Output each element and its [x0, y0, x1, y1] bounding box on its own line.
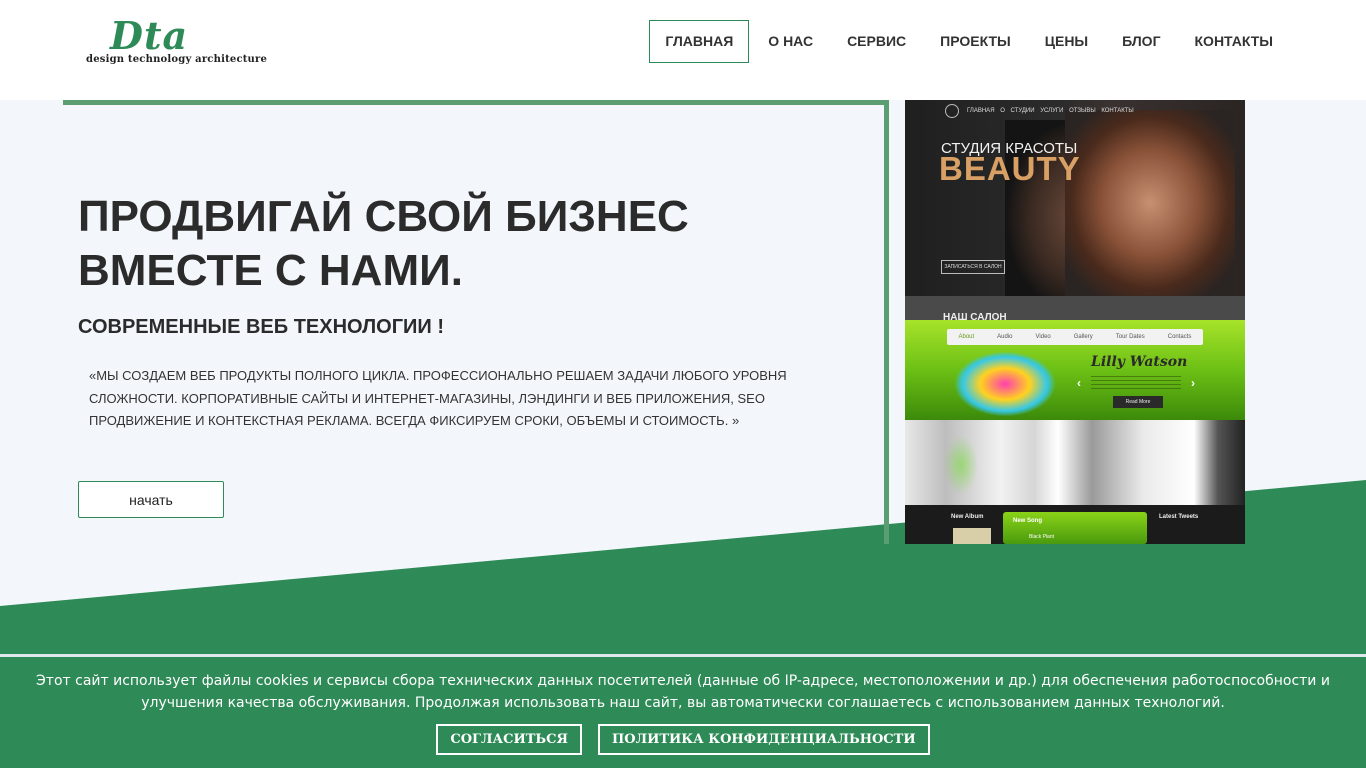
mockup-logo-icon: [945, 104, 959, 118]
hero-description: «МЫ СОЗДАЕМ ВЕБ ПРОДУКТЫ ПОЛНОГО ЦИКЛА. …: [89, 368, 787, 428]
privacy-policy-button[interactable]: ПОЛИТИКА КОНФИДЕНЦИАЛЬНОСТИ: [597, 724, 930, 755]
logo-mark: Dta: [110, 13, 189, 58]
mockup-menu-about: About: [958, 334, 975, 340]
mockup-menu-contacts: Contacts: [1167, 334, 1192, 340]
start-button[interactable]: начать: [78, 481, 224, 518]
hero-title: ПРОДВИГАЙ СВОЙ БИЗНЕС ВМЕСТЕ С НАМИ.: [78, 192, 689, 295]
mockup-book-button: ЗАПИСАТЬСЯ В САЛОН: [941, 260, 1005, 274]
mockup-portrait-right: [1065, 110, 1235, 296]
mockup-menu-gallery: Gallery: [1073, 334, 1093, 340]
mockup-arrow-right-icon: ›: [1191, 376, 1195, 390]
nav-item-prices[interactable]: ЦЕНЫ: [1028, 20, 1105, 63]
mockup-music-nav: About Audio Video Gallery Tour Dates Con…: [947, 329, 1203, 345]
mockup-beauty-title: BEAUTY: [939, 150, 1081, 187]
panel-border-right: [884, 100, 889, 544]
mockup-nav: ГЛАВНАЯ О СТУДИИ УСЛУГИ ОТЗЫВЫ КОНТАКТЫ: [967, 108, 1134, 114]
mockup-menu-tour: Tour Dates: [1115, 334, 1145, 340]
cookie-banner: Этот сайт использует файлы cookies и сер…: [0, 654, 1366, 768]
mockup-latest-tweets: Latest Tweets: [1159, 514, 1199, 520]
portfolio-mockup-image: ГЛАВНАЯ О СТУДИИ УСЛУГИ ОТЗЫВЫ КОНТАКТЫ …: [905, 100, 1245, 544]
cookie-text: Этот сайт использует файлы cookies и сер…: [36, 673, 1330, 711]
mockup-new-song-box: [1003, 512, 1147, 544]
nav-item-home[interactable]: ГЛАВНАЯ: [649, 20, 750, 63]
mockup-artist-name: Lilly Watson: [1091, 354, 1188, 370]
nav-item-projects[interactable]: ПРОЕКТЫ: [923, 20, 1028, 63]
mockup-artist-text: [1091, 376, 1181, 390]
mockup-album-thumb: [953, 528, 991, 544]
mockup-menu-audio: Audio: [997, 334, 1013, 340]
site-header: Dta design technology architecture ГЛАВН…: [0, 0, 1366, 100]
mockup-new-album: New Album: [951, 514, 984, 520]
mockup-read-more: Read More: [1113, 396, 1163, 408]
nav-item-blog[interactable]: БЛОГ: [1105, 20, 1177, 63]
panel-border-top: [63, 100, 889, 105]
logo-tagline: design technology architecture: [86, 54, 268, 65]
mockup-menu-video: Video: [1035, 334, 1051, 340]
nav-item-about[interactable]: О НАС: [751, 20, 830, 63]
mockup-new-song: New Song: [1013, 518, 1043, 524]
nav-item-contacts[interactable]: КОНТАКТЫ: [1178, 20, 1290, 63]
main-nav: ГЛАВНАЯ О НАС СЕРВИС ПРОЕКТЫ ЦЕНЫ БЛОГ К…: [649, 20, 1290, 63]
mockup-arrow-left-icon: ‹: [1077, 376, 1081, 390]
logo[interactable]: Dta design technology architecture: [86, 13, 267, 70]
mockup-photo-accent: [941, 430, 981, 500]
mockup-song-title: Black Plant: [1029, 534, 1055, 540]
hero-subtitle: СОВРЕМЕННЫЕ ВЕБ ТЕХНОЛОГИИ !: [78, 316, 444, 338]
nav-item-service[interactable]: СЕРВИС: [830, 20, 923, 63]
cookie-actions: СОГЛАСИТЬСЯ ПОЛИТИКА КОНФИДЕНЦИАЛЬНОСТИ: [0, 724, 1366, 755]
cookie-agree-button[interactable]: СОГЛАСИТЬСЯ: [436, 724, 582, 755]
mockup-music-graphic: [955, 352, 1055, 416]
